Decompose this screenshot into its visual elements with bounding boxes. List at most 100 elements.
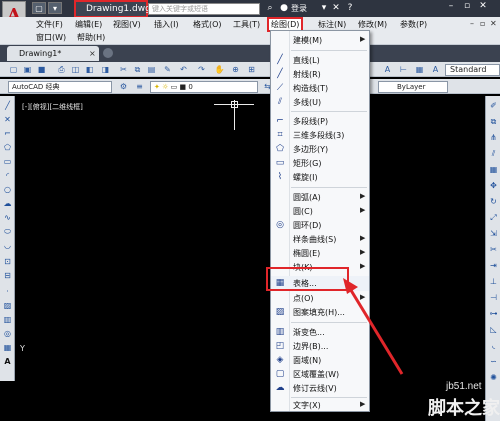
pan-icon[interactable]: ✋ bbox=[214, 64, 225, 75]
menu-item-line[interactable]: ╱ 直线(L) bbox=[271, 53, 369, 68]
new-file-icon[interactable]: ▢ bbox=[32, 2, 46, 14]
menu-restore-icon[interactable]: ▫ bbox=[480, 19, 485, 28]
text-style-select[interactable]: Standard bbox=[445, 64, 500, 76]
drawing-canvas[interactable]: [-][俯视][二维线框] Y bbox=[16, 96, 270, 421]
xline-icon[interactable]: ✕ bbox=[2, 114, 13, 125]
blend-icon[interactable]: ∽ bbox=[488, 356, 499, 367]
publish-icon[interactable]: ◨ bbox=[100, 64, 111, 75]
menu-item-circle[interactable]: 圆(C) ▶ bbox=[271, 204, 369, 219]
menu-item-ray[interactable]: ╱ 射线(R) bbox=[271, 67, 369, 82]
mtext-icon[interactable]: A bbox=[2, 356, 13, 367]
scale-icon[interactable]: ⤢ bbox=[488, 212, 499, 223]
hatch-icon[interactable]: ▨ bbox=[2, 300, 13, 311]
text-style-icon[interactable]: A bbox=[382, 64, 393, 75]
menu-modify[interactable]: 修改(M) bbox=[358, 19, 387, 30]
menu-item-hatch[interactable]: ▨ 图案填充(H)... bbox=[271, 305, 369, 320]
menu-item-xline[interactable]: ⟋ 构造线(T) bbox=[271, 81, 369, 96]
search-input[interactable]: 键入关键字或短语 bbox=[148, 3, 260, 15]
preview-icon[interactable]: ◫ bbox=[70, 64, 81, 75]
close-icon[interactable]: ✕ bbox=[476, 0, 490, 12]
point-icon[interactable]: · bbox=[2, 286, 13, 297]
paste-icon[interactable]: ▤ bbox=[146, 64, 157, 75]
workspace-settings-icon[interactable]: ⚙ bbox=[118, 81, 129, 92]
tab-drawing1[interactable]: Drawing1* × bbox=[7, 46, 99, 61]
menu-insert[interactable]: 插入(I) bbox=[154, 19, 179, 30]
menu-item-region[interactable]: ◈ 面域(N) bbox=[271, 353, 369, 368]
zoom-icon[interactable]: ⊕ bbox=[230, 64, 241, 75]
menu-edit[interactable]: 编辑(E) bbox=[75, 19, 102, 30]
ellipse-icon[interactable]: ⬭ bbox=[2, 226, 13, 237]
copy-icon[interactable]: ⧉ bbox=[132, 64, 143, 75]
multileader-icon[interactable]: A bbox=[430, 64, 441, 75]
menu-item-donut[interactable]: ◎ 圆环(D) bbox=[271, 218, 369, 233]
menu-format[interactable]: 格式(O) bbox=[193, 19, 222, 30]
menu-dimension[interactable]: 标注(N) bbox=[318, 19, 346, 30]
stretch-icon[interactable]: ⇲ bbox=[488, 228, 499, 239]
menu-close-icon[interactable]: ✕ bbox=[490, 19, 497, 28]
polyline-icon[interactable]: ⌐ bbox=[2, 128, 13, 139]
erase-icon[interactable]: ✐ bbox=[488, 100, 499, 111]
menu-item-ellipse[interactable]: 椭圆(E) ▶ bbox=[271, 246, 369, 261]
workspace-select[interactable]: AutoCAD 经典 bbox=[8, 81, 112, 93]
print-icon[interactable]: ⎙ bbox=[56, 64, 67, 75]
menu-item-polyline[interactable]: ⌐ 多段线(P) bbox=[271, 114, 369, 129]
ellipse-arc-icon[interactable]: ◡ bbox=[2, 240, 13, 251]
menu-item-3dpoly[interactable]: ⌗ 三维多段线(3) bbox=[271, 128, 369, 143]
break-icon[interactable]: ⊣ bbox=[488, 292, 499, 303]
explode-icon[interactable]: ✺ bbox=[488, 372, 499, 383]
viewport-controls[interactable]: [-][俯视][二维线框] bbox=[22, 102, 83, 112]
new-tab-icon[interactable] bbox=[103, 48, 113, 58]
plot-icon[interactable]: ◧ bbox=[84, 64, 95, 75]
menu-view[interactable]: 视图(V) bbox=[113, 19, 141, 30]
break-point-icon[interactable]: ⊥ bbox=[488, 276, 499, 287]
menu-item-revcloud[interactable]: ☁ 修订云线(V) bbox=[271, 381, 369, 396]
fillet-icon[interactable]: ◟ bbox=[488, 340, 499, 351]
minimize-icon[interactable]: – bbox=[444, 0, 458, 12]
table-style-icon[interactable]: ▦ bbox=[414, 64, 425, 75]
menu-item-polygon[interactable]: ⬠ 多边形(Y) bbox=[271, 142, 369, 157]
insert-block-icon[interactable]: ⊡ bbox=[2, 256, 13, 267]
menu-minimize-icon[interactable]: – bbox=[470, 19, 474, 28]
menu-tools[interactable]: 工具(T) bbox=[233, 19, 260, 30]
save-icon[interactable]: ■ bbox=[36, 64, 47, 75]
polygon-icon[interactable]: ⬠ bbox=[2, 142, 13, 153]
spline-icon[interactable]: ∿ bbox=[2, 212, 13, 223]
menu-item-rectangle[interactable]: ▭ 矩形(G) bbox=[271, 156, 369, 171]
menu-item-point[interactable]: 点(O) ▶ bbox=[271, 291, 369, 306]
dropdown-icon[interactable]: ▾ bbox=[318, 2, 330, 14]
zoom-window-icon[interactable]: ⊞ bbox=[246, 64, 257, 75]
user-icon[interactable]: ● bbox=[278, 2, 290, 14]
menu-item-boundary[interactable]: ◰ 边界(B)... bbox=[271, 339, 369, 354]
menu-file[interactable]: 文件(F) bbox=[36, 19, 63, 30]
menu-item-arc[interactable]: 圆弧(A) ▶ bbox=[271, 190, 369, 205]
help-icon[interactable]: ? bbox=[344, 2, 356, 14]
copy-object-icon[interactable]: ⧉ bbox=[488, 116, 499, 127]
extend-icon[interactable]: ⇥ bbox=[488, 260, 499, 271]
menu-item-gradient[interactable]: ▥ 渐变色... bbox=[271, 325, 369, 340]
mirror-icon[interactable]: ⋔ bbox=[488, 132, 499, 143]
arc-icon[interactable]: ◜ bbox=[2, 170, 13, 181]
layer-select[interactable]: ✦ ☼ ▭ ■ 0 bbox=[150, 81, 258, 93]
tab-close-icon[interactable]: × bbox=[89, 46, 96, 61]
menu-item-helix[interactable]: ⌇ 螺旋(I) bbox=[271, 170, 369, 185]
layer-manager-icon[interactable]: ≡ bbox=[134, 81, 145, 92]
maximize-icon[interactable]: ▫ bbox=[460, 0, 474, 12]
rotate-icon[interactable]: ↻ bbox=[488, 196, 499, 207]
menu-help[interactable]: 帮助(H) bbox=[77, 32, 105, 43]
login-link[interactable]: 登录 bbox=[291, 3, 307, 14]
revcloud-icon[interactable]: ☁ bbox=[2, 198, 13, 209]
table-icon[interactable]: ▦ bbox=[2, 342, 13, 353]
dim-style-icon[interactable]: ⊢ bbox=[398, 64, 409, 75]
array-icon[interactable]: ▦ bbox=[488, 164, 499, 175]
undo-icon[interactable]: ↶ bbox=[178, 64, 189, 75]
line-icon[interactable]: ╱ bbox=[2, 100, 13, 111]
offset-icon[interactable]: ⫽ bbox=[488, 148, 499, 159]
menu-item-wipeout[interactable]: ▢ 区域覆盖(W) bbox=[271, 367, 369, 382]
dropdown-icon[interactable]: ▾ bbox=[48, 2, 62, 14]
exchange-icon[interactable]: ✕ bbox=[330, 2, 342, 14]
region-icon[interactable]: ◎ bbox=[2, 328, 13, 339]
chamfer-icon[interactable]: ◺ bbox=[488, 324, 499, 335]
move-icon[interactable]: ✥ bbox=[488, 180, 499, 191]
menu-item-modeling[interactable]: 建模(M) ▶ bbox=[271, 33, 369, 48]
make-block-icon[interactable]: ⊟ bbox=[2, 270, 13, 281]
